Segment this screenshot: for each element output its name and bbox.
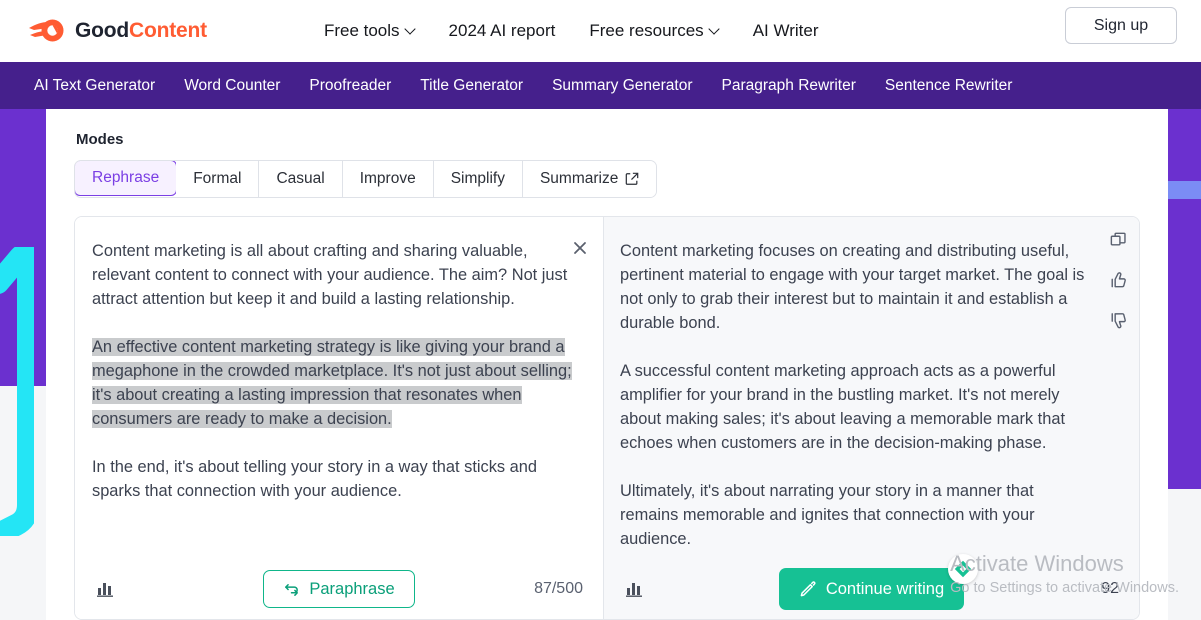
tools-nav-item-paragraph-rewriter[interactable]: Paragraph Rewriter: [722, 77, 856, 95]
thumbs-up-icon[interactable]: [1109, 271, 1131, 293]
tools-nav: AI Text Generator Word Counter Proofread…: [0, 62, 1201, 109]
decorative-cyan-one-shape: [0, 247, 34, 536]
nav-item-ai-report[interactable]: 2024 AI report: [449, 21, 556, 41]
mode-button-improve[interactable]: Improve: [342, 161, 434, 197]
nav-item-ai-writer[interactable]: AI Writer: [753, 21, 819, 41]
chevron-down-icon: [710, 25, 719, 34]
copy-icon[interactable]: [1109, 231, 1131, 253]
decorative-right-purple-band: [1168, 109, 1201, 489]
mode-button-label: Summarize: [539, 170, 619, 187]
brand-logo[interactable]: GoodContent: [28, 18, 207, 44]
brand-name-first: Good: [75, 19, 130, 42]
decorative-right-blue-accent: [1168, 181, 1201, 199]
chevron-down-icon: [406, 25, 415, 34]
tools-nav-item-ai-text-generator[interactable]: AI Text Generator: [34, 77, 155, 95]
source-panel-footer: Paraphrase 87/500: [75, 559, 603, 619]
mode-button-casual[interactable]: Casual: [259, 161, 343, 197]
modes-button-group: Rephrase Formal Casual Improve Simplify …: [74, 160, 658, 198]
source-paragraph-3: In the end, it's about telling your stor…: [92, 458, 538, 500]
mode-button-summarize[interactable]: Summarize: [522, 161, 657, 197]
primary-nav: Free tools 2024 AI report Free resources…: [324, 21, 819, 41]
mode-button-label: Simplify: [450, 170, 505, 187]
nav-item-label: AI Writer: [752, 21, 819, 40]
paraphrase-button[interactable]: Paraphrase: [263, 570, 415, 608]
tools-nav-item-word-counter[interactable]: Word Counter: [184, 77, 280, 95]
modes-row: Rephrase Formal Casual Improve Simplify …: [74, 160, 1140, 198]
sign-up-button[interactable]: Sign up: [1065, 7, 1177, 44]
refresh-arrows-icon: [285, 583, 299, 596]
output-panel-footer: Continue writing 92: [604, 554, 1139, 619]
tools-nav-item-summary-generator[interactable]: Summary Generator: [552, 77, 692, 95]
output-action-wrap: Continue writing: [604, 554, 1139, 610]
nav-item-label: 2024 AI report: [448, 21, 556, 40]
close-icon[interactable]: [571, 241, 589, 259]
modes-label: Modes: [76, 131, 124, 148]
output-paragraph-1: Content marketing focuses on creating an…: [620, 242, 1085, 332]
site-header: GoodContent Free tools 2024 AI report Fr…: [0, 0, 1201, 62]
editor-panels: Content marketing is all about crafting …: [74, 216, 1140, 620]
mode-button-label: Rephrase: [92, 169, 160, 186]
nav-item-free-resources[interactable]: Free resources: [589, 21, 718, 41]
output-paragraph-3: Ultimately, it's about narrating your st…: [620, 482, 1035, 548]
output-text-panel: Content marketing focuses on creating an…: [604, 217, 1139, 619]
brand-name-second: Content: [129, 19, 207, 42]
mode-button-label: Improve: [359, 170, 416, 187]
highlighted-text: An effective content marketing strategy …: [92, 338, 572, 428]
source-text-panel: Content marketing is all about crafting …: [75, 217, 604, 619]
thumbs-down-icon[interactable]: [1109, 311, 1131, 333]
nav-item-label: Free tools: [323, 21, 400, 40]
mode-button-rephrase[interactable]: Rephrase: [75, 161, 178, 196]
mode-button-label: Casual: [276, 170, 325, 187]
comet-logo-icon: [28, 18, 66, 44]
mode-button-label: Formal: [193, 170, 242, 187]
nav-item-free-tools[interactable]: Free tools: [324, 21, 415, 41]
brand-name: GoodContent: [75, 19, 207, 43]
source-paragraph-2-highlighted: An effective content marketing strategy …: [92, 335, 573, 431]
continue-writing-button[interactable]: Continue writing: [778, 554, 979, 610]
tools-nav-item-title-generator[interactable]: Title Generator: [420, 77, 523, 95]
output-paragraph-2: A successful content marketing approach …: [620, 362, 1065, 452]
mode-button-formal[interactable]: Formal: [176, 161, 260, 197]
pencil-icon: [800, 581, 816, 597]
output-text-area: Content marketing focuses on creating an…: [604, 217, 1139, 559]
tool-main-card: Modes Rephrase Formal Casual Improve Sim…: [46, 109, 1168, 620]
external-link-icon: [626, 172, 639, 185]
source-text-area[interactable]: Content marketing is all about crafting …: [75, 217, 603, 559]
ai-diamond-icon[interactable]: [948, 554, 979, 584]
app-page: GoodContent Free tools 2024 AI report Fr…: [0, 0, 1201, 620]
source-paragraph-1: Content marketing is all about crafting …: [92, 242, 568, 308]
tools-nav-item-sentence-rewriter[interactable]: Sentence Rewriter: [885, 77, 1013, 95]
continue-writing-label: Continue writing: [825, 579, 945, 598]
paraphrase-button-label: Paraphrase: [309, 579, 395, 598]
source-action-wrap: Paraphrase: [75, 570, 603, 608]
tools-nav-item-proofreader[interactable]: Proofreader: [309, 77, 391, 95]
mode-button-simplify[interactable]: Simplify: [433, 161, 523, 197]
nav-item-label: Free resources: [589, 21, 704, 40]
output-action-rail: [1109, 231, 1131, 333]
